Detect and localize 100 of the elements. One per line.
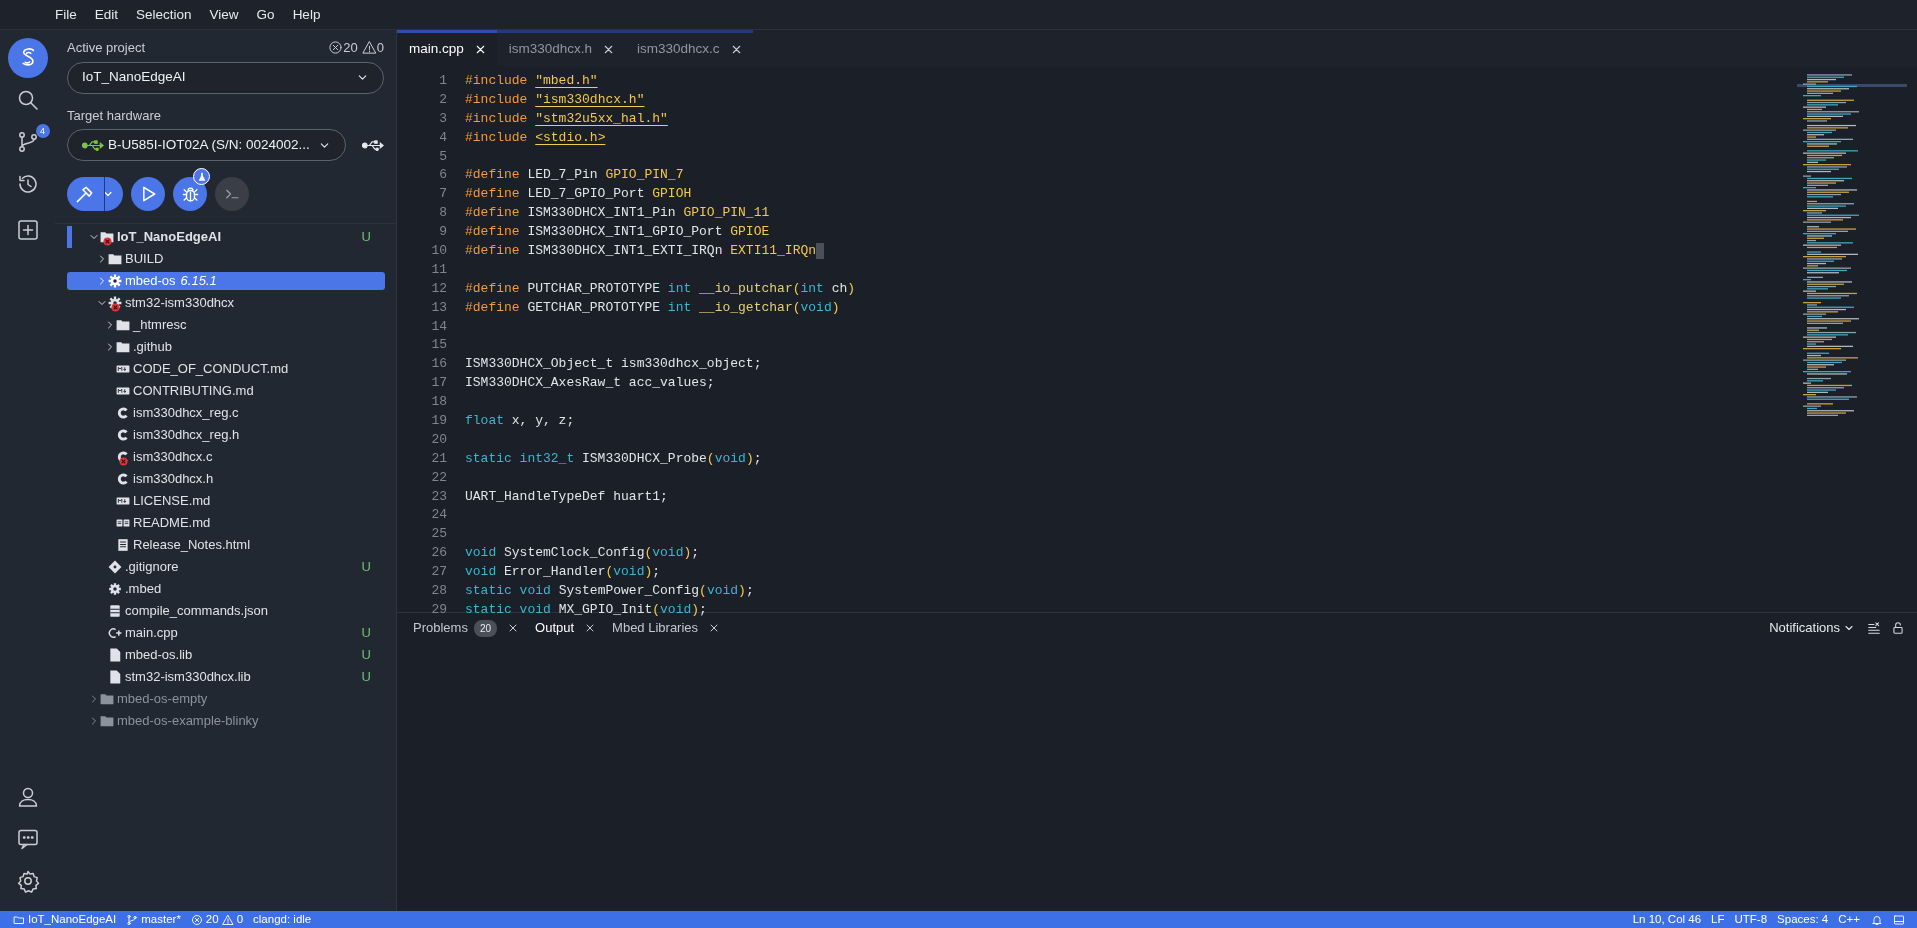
clear-list-icon[interactable] — [1867, 621, 1881, 635]
error-icon — [103, 237, 112, 246]
tree-item[interactable]: compile_commands.json — [67, 602, 385, 620]
editor-tab[interactable]: main.cpp — [397, 30, 497, 66]
code-line: #include "mbed.h" — [465, 73, 598, 88]
tree-item[interactable]: LICENSE.md — [67, 492, 385, 510]
tree-item[interactable]: mbed-os-empty — [67, 690, 385, 708]
layout-icon[interactable] — [1893, 913, 1905, 926]
cpp-file-icon — [108, 626, 122, 640]
line-number: 7 — [438, 185, 447, 204]
hardware-dropdown[interactable]: B-U585I-IOT02A (S/N: 0024002... — [67, 129, 346, 161]
line-number: 13 — [430, 298, 447, 317]
lock-icon[interactable] — [1891, 621, 1905, 635]
build-button[interactable] — [67, 177, 123, 211]
code-line: static void SystemPower_Config(void); — [465, 583, 754, 599]
git-status: U — [361, 668, 371, 687]
folder-icon — [116, 340, 130, 354]
error-icon — [190, 913, 203, 926]
code-line: static int32_t ISM330DHCX_Probe(void); — [465, 450, 762, 466]
chat-icon — [15, 827, 40, 851]
code-line: #include <stdio.h> — [465, 129, 606, 145]
folder-icon — [100, 714, 114, 728]
tree-item[interactable]: main.cpp U — [67, 624, 385, 642]
line-number: 9 — [438, 223, 447, 242]
menu-item[interactable]: View — [200, 0, 248, 30]
activity-button[interactable] — [7, 38, 48, 78]
usb-icon[interactable] — [362, 139, 384, 151]
status-item[interactable]: C++ — [1833, 910, 1865, 928]
line-number: 8 — [438, 204, 447, 223]
line-number: 17 — [430, 374, 447, 393]
count-badge: 4 — [35, 124, 50, 138]
code-line: #define LED_7_Pin GPIO_PIN_7 — [465, 167, 684, 183]
status-item[interactable]: LF — [1706, 910, 1730, 928]
code-line: #include "ism330dhcx.h" — [465, 91, 645, 107]
diamond-icon — [108, 560, 122, 574]
bell-icon[interactable] — [1871, 913, 1883, 926]
status-item[interactable]: Spaces: 4 — [1772, 910, 1834, 928]
line-number: 11 — [430, 260, 447, 279]
c-letter-icon — [116, 472, 130, 486]
line-number: 2 — [438, 90, 447, 109]
git-status: U — [361, 646, 371, 665]
line-number: 28 — [430, 582, 447, 601]
section-label: Active project — [67, 39, 146, 57]
tree-item[interactable]: BUILD — [67, 250, 385, 268]
tree-item[interactable]: ism330dhcx_reg.c — [67, 404, 385, 422]
menu-item[interactable]: Selection — [127, 0, 201, 30]
code-line: float x, y, z; — [465, 413, 575, 429]
tree-item[interactable]: ism330dhcx.h — [67, 470, 385, 488]
tree-item[interactable]: mbed-os.lib U — [67, 646, 385, 664]
tree-item[interactable]: Release_Notes.html — [67, 536, 385, 554]
code-line: void SystemClock_Config(void); — [465, 545, 700, 561]
tree-item[interactable]: _htmresc — [67, 316, 385, 334]
activity-button[interactable]: 4 — [7, 122, 48, 162]
c-letter-icon — [116, 450, 130, 464]
project-dropdown[interactable]: IoT_NanoEdgeAI — [67, 61, 384, 94]
status-item[interactable]: Ln 10, Col 46 — [1627, 910, 1707, 928]
line-number: 6 — [438, 166, 447, 185]
tree-item[interactable]: README.md — [67, 514, 385, 532]
line-number: 24 — [430, 506, 447, 525]
code-line: #define ISM330DHCX_INT1_Pin GPIO_PIN_11 — [465, 205, 770, 221]
tree-item[interactable]: mbed-os 6.15.1 — [67, 272, 385, 290]
menu-item[interactable]: Help — [283, 0, 330, 30]
warning-count[interactable]: 0 — [361, 38, 384, 58]
tree-item[interactable]: mbed-os-example-blinky — [67, 712, 385, 730]
menu-item[interactable]: Go — [247, 0, 284, 30]
menu-item[interactable]: File — [46, 0, 86, 30]
tree-item[interactable]: .mbed — [67, 580, 385, 598]
menu-item[interactable]: Edit — [85, 0, 128, 30]
tree-item[interactable]: CODE_OF_CONDUCT.md — [67, 360, 385, 378]
code-line: #define ISM330DHCX_INT1_GPIO_Port GPIOE — [465, 224, 770, 240]
run-button[interactable] — [131, 177, 165, 211]
tree-item[interactable]: ism330dhcx_reg.h — [67, 426, 385, 444]
tree-item[interactable]: CONTRIBUTING.md — [67, 382, 385, 400]
tree-item[interactable]: stm32-ism330dhcx — [67, 294, 385, 312]
bug-icon — [180, 184, 200, 204]
tree-item[interactable]: ism330dhcx.c — [67, 448, 385, 466]
c-letter-icon — [116, 428, 130, 442]
status-item[interactable]: master* — [121, 910, 186, 928]
error-icon — [111, 303, 120, 312]
tree-item[interactable]: .github — [67, 338, 385, 356]
folder-icon — [116, 318, 130, 332]
section-label: Target hardware — [67, 106, 162, 125]
line-number: 27 — [430, 563, 447, 582]
line-number: 10 — [430, 242, 447, 260]
tree-item[interactable]: .gitignore U — [67, 558, 385, 576]
line-number: 4 — [438, 128, 447, 147]
error-icon — [328, 40, 344, 56]
tree-item[interactable]: stm32-ism330dhcx.lib U — [67, 668, 385, 686]
tree-item[interactable]: IoT_NanoEdgeAI U — [67, 228, 385, 246]
line-number: 15 — [430, 336, 447, 355]
status-item[interactable]: UTF-8 — [1729, 910, 1773, 928]
code-line: #define ISM330DHCX_INT1_EXTI_IRQn EXTI11_IRQn — [465, 243, 817, 258]
status-item[interactable]: 20 0 — [185, 910, 249, 928]
status-item[interactable]: clangd: idle — [248, 910, 317, 928]
debug-button[interactable] — [173, 177, 207, 211]
file-icon — [108, 670, 122, 684]
status-item[interactable]: IoT_NanoEdgeAI — [8, 910, 122, 928]
hammer-icon — [75, 184, 94, 204]
code-line: #include "stm32u5xx_hal.h" — [465, 110, 668, 126]
error-count[interactable]: 20 — [328, 38, 358, 58]
